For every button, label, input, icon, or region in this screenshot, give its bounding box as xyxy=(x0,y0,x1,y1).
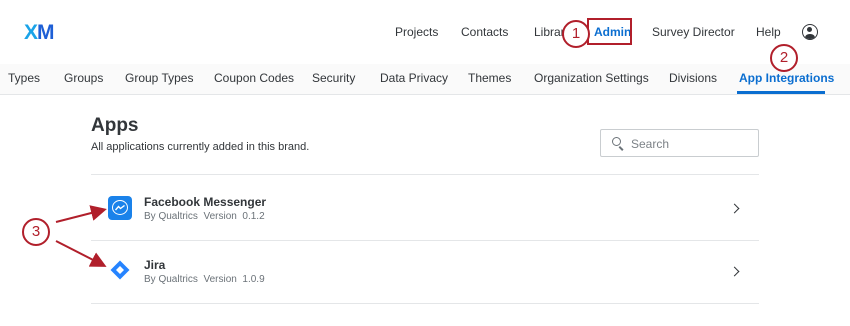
callout-badge-3: 3 xyxy=(22,218,50,246)
arrow-to-messenger xyxy=(55,205,107,223)
annotation-arrows xyxy=(55,205,107,267)
callout-badge-1: 1 xyxy=(562,20,590,48)
callout-badge-2: 2 xyxy=(770,44,798,72)
arrow-to-jira xyxy=(55,240,107,267)
